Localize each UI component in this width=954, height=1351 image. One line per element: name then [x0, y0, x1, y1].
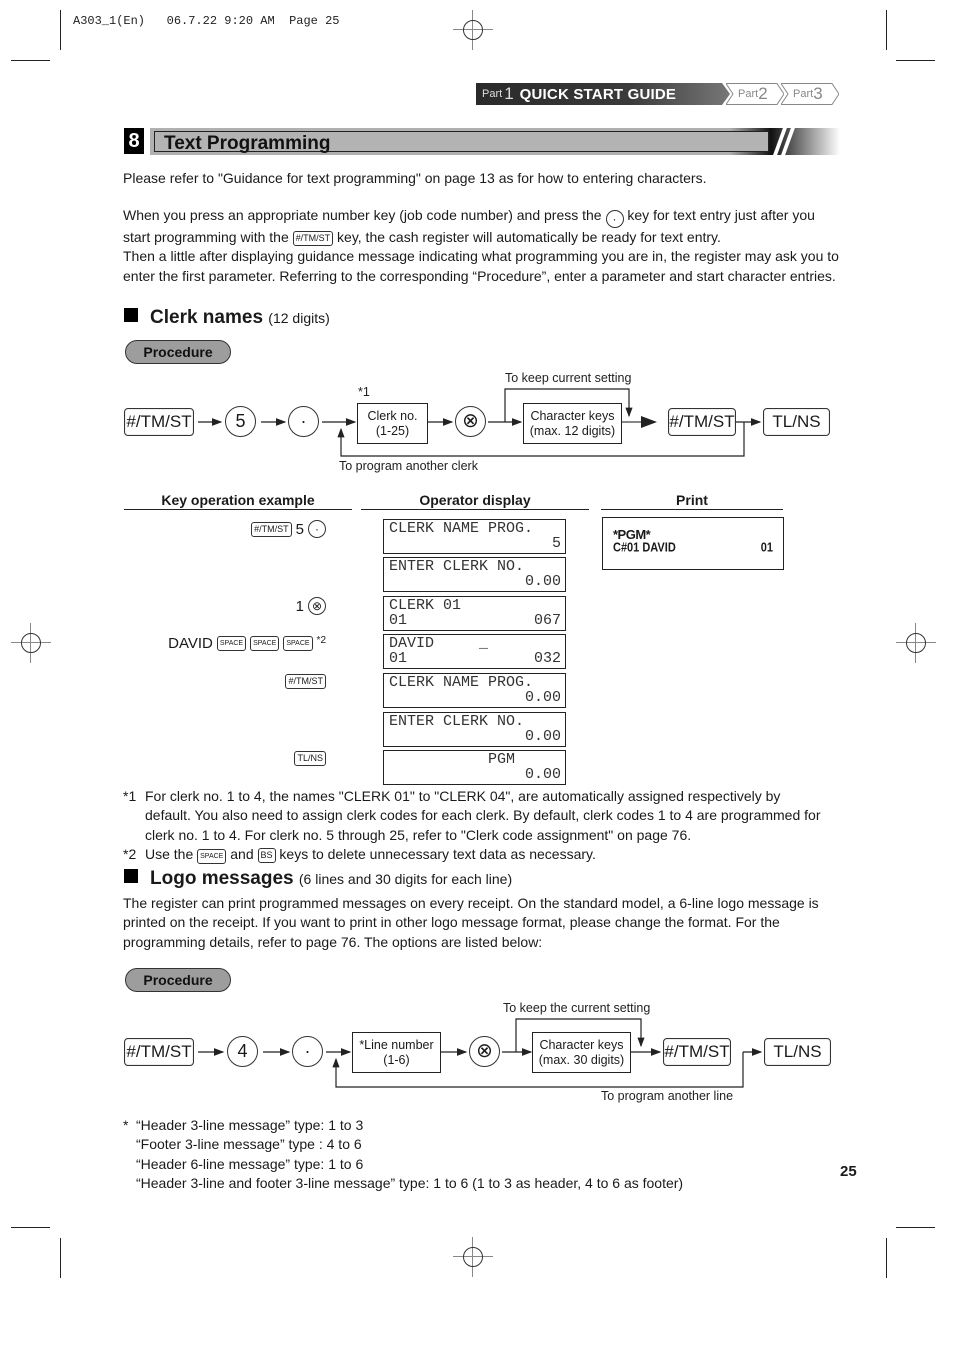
- multiply-key: ⊗: [469, 1036, 500, 1067]
- line-number-box: *Line number (1-6): [352, 1032, 441, 1073]
- option-item: “Footer 3-line message” type : 4 to 6: [136, 1136, 362, 1153]
- decimal-point-key: ·: [292, 1036, 323, 1067]
- keep-setting-note: To keep the current setting: [503, 1001, 651, 1015]
- option-item: “Header 3-line and footer 3-line message…: [136, 1175, 684, 1192]
- crop-mark: [896, 1227, 935, 1228]
- tl-ns-key: TL/NS: [764, 1038, 831, 1066]
- tmst-key: #/TM/ST: [124, 1038, 194, 1066]
- logo-procedure-flow: #/TM/ST 4 · *Line number (1-6) ⊗ To keep …: [0, 0, 954, 1110]
- crop-mark: [886, 1238, 887, 1278]
- flow-connectors: [198, 1018, 763, 1088]
- logo-options-list: * “Header 3-line message” type: 1 to 3 “…: [123, 1116, 843, 1194]
- crop-mark: [11, 1227, 50, 1228]
- option-item: “Header 3-line message” type: 1 to 3: [136, 1117, 364, 1133]
- loop-note: To program another line: [601, 1089, 734, 1103]
- tmst-key: #/TM/ST: [663, 1038, 731, 1066]
- page-number: 25: [840, 1163, 857, 1180]
- option-item: “Header 6-line message” type: 1 to 6: [136, 1155, 364, 1172]
- number-4-key: 4: [227, 1036, 258, 1067]
- registration-mark: [453, 1237, 493, 1277]
- crop-mark: [60, 1238, 61, 1278]
- character-keys-box: Character keys (max. 30 digits): [532, 1032, 631, 1073]
